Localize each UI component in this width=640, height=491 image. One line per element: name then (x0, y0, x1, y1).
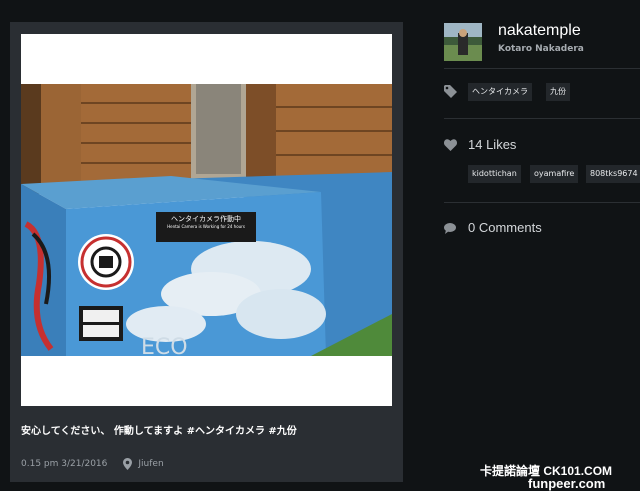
tag-chip[interactable]: ヘンタイカメラ (468, 83, 532, 101)
user-header[interactable]: nakatemple Kotaro Nakadera (444, 22, 640, 62)
divider (444, 118, 640, 119)
liker-chip[interactable]: kidottichan (468, 165, 521, 183)
post-caption: 安心してください、 作動してますよ #ヘンタイカメラ #九份 (21, 426, 297, 437)
username[interactable]: nakatemple (498, 22, 581, 40)
post-photo[interactable]: ECO ヘンタイカメラ作動中 Hentai Camera is Working … (21, 84, 392, 356)
avatar[interactable] (444, 23, 482, 61)
liker-chip[interactable]: oyamafire (530, 165, 579, 183)
heart-icon[interactable] (444, 139, 457, 151)
avatar-image (444, 23, 482, 61)
comment-bubble-icon (444, 223, 456, 234)
post-location[interactable]: Jiufen (138, 459, 163, 469)
photo-sign-text: ヘンタイカメラ作動中 Hentai Camera is Working for … (167, 215, 245, 229)
tag-chip[interactable]: 九份 (546, 83, 570, 101)
tag-icon (444, 85, 457, 98)
comments-count[interactable]: 0 Comments (468, 220, 542, 235)
liker-chip[interactable]: 808tks9674 (586, 165, 640, 183)
post-photo-frame[interactable]: ECO ヘンタイカメラ作動中 Hentai Camera is Working … (21, 34, 392, 406)
likes-count[interactable]: 14 Likes (468, 137, 516, 152)
post-meta: 0.15 pm 3/21/2016 Jiufen (21, 457, 164, 471)
post-card: ECO ヘンタイカメラ作動中 Hentai Camera is Working … (10, 22, 403, 482)
post-timestamp: 0.15 pm 3/21/2016 (21, 459, 108, 469)
svg-text:ECO: ECO (141, 335, 188, 356)
divider (444, 202, 640, 203)
real-name: Kotaro Nakadera (498, 44, 584, 54)
divider (444, 68, 640, 69)
watermark-line-2: funpeer.com (528, 476, 606, 491)
location-pin-icon (123, 458, 133, 470)
